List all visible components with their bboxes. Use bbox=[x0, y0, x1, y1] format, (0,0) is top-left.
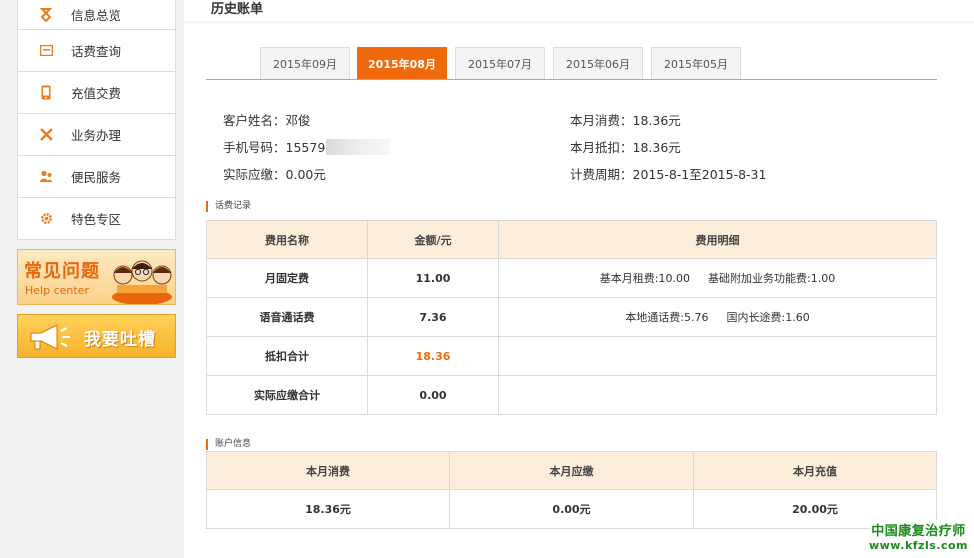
billing-period: 计费周期：2015-8-1至2015-8-31 bbox=[570, 164, 766, 183]
table-row: 18.36元 0.00元 20.00元 bbox=[206, 489, 937, 529]
month-deduct: 本月抵扣：18.36元 bbox=[570, 137, 681, 156]
fee-records-title: 话费记录 bbox=[206, 201, 251, 212]
page-title: 历史账单 bbox=[211, 2, 264, 17]
customer-due-label: 实际应缴： bbox=[223, 167, 286, 182]
fee-detail-item: 本地通话费:5.76 bbox=[625, 311, 709, 324]
fee-name: 语音通话费 bbox=[206, 297, 368, 337]
account-info-title: 账户信息 bbox=[206, 439, 251, 450]
people-icon bbox=[39, 170, 53, 184]
fee-detail-item: 基础附加业务功能费:1.00 bbox=[708, 272, 836, 285]
customer-info: 客户姓名：邓俊 手机号码：15579 实际应缴：0.00元 本月消费：18.36… bbox=[223, 108, 943, 188]
account-value: 0.00元 bbox=[449, 489, 694, 529]
sidebar-item-label: 业务办理 bbox=[71, 128, 122, 143]
tools-icon bbox=[39, 128, 53, 142]
table-header-row: 费用名称 金额/元 费用明细 bbox=[206, 220, 937, 259]
column-header: 费用名称 bbox=[206, 220, 368, 259]
fee-detail-item: 基本月租费:10.00 bbox=[599, 272, 690, 285]
sidebar-menu: 信息总览 话费查询 充值交费 业务办理 便民服务 特色专区 bbox=[17, 0, 176, 240]
gear-icon bbox=[39, 212, 53, 226]
table-row: 抵扣合计 18.36 bbox=[206, 336, 937, 376]
month-consume-value: 18.36元 bbox=[632, 113, 681, 128]
billing-period-value: 2015-8-1至2015-8-31 bbox=[632, 167, 767, 182]
table-header-row: 本月消费 本月应缴 本月充值 bbox=[206, 451, 937, 490]
tab-2015-06[interactable]: 2015年06月 bbox=[553, 47, 643, 79]
fee-detail-item: 国内长途费:1.60 bbox=[726, 311, 810, 324]
watermark-line2: www.kfzls.com bbox=[868, 539, 968, 552]
fee-amount: 7.36 bbox=[367, 297, 499, 337]
faq-banner-title: 常见问题 bbox=[24, 261, 100, 282]
column-header: 费用明细 bbox=[498, 220, 937, 259]
month-consume-label: 本月消费： bbox=[570, 113, 633, 128]
customer-name-label: 客户姓名： bbox=[223, 113, 286, 128]
customer-phone: 手机号码：15579 bbox=[223, 137, 391, 156]
table-row: 语音通话费 7.36 本地通话费:5.76 国内长途费:1.60 bbox=[206, 297, 937, 337]
customer-due-value: 0.00元 bbox=[285, 167, 326, 182]
column-header: 本月充值 bbox=[693, 451, 937, 490]
main-panel: 历史账单 2015年09月 2015年08月 2015年07月 2015年06月… bbox=[184, 0, 974, 558]
sidebar-item-label: 话费查询 bbox=[71, 44, 122, 59]
month-tabs: 2015年09月 2015年08月 2015年07月 2015年06月 2015… bbox=[206, 46, 937, 80]
sidebar-item-label: 便民服务 bbox=[71, 170, 122, 185]
account-info-table: 本月消费 本月应缴 本月充值 18.36元 0.00元 20.00元 bbox=[206, 451, 937, 529]
tab-2015-07[interactable]: 2015年07月 bbox=[455, 47, 545, 79]
sidebar: 信息总览 话费查询 充值交费 业务办理 便民服务 特色专区 常见问题 Help … bbox=[17, 0, 176, 358]
customer-phone-value: 15579 bbox=[285, 140, 326, 155]
billing-period-label: 计费周期： bbox=[570, 167, 633, 182]
table-row: 实际应缴合计 0.00 bbox=[206, 375, 937, 415]
month-consume: 本月消费：18.36元 bbox=[570, 110, 681, 129]
sidebar-item-label: 特色专区 bbox=[71, 212, 122, 227]
customer-name-value: 邓俊 bbox=[285, 113, 311, 128]
tab-2015-08[interactable]: 2015年08月 bbox=[357, 47, 447, 79]
sidebar-item-label: 充值交费 bbox=[71, 86, 122, 101]
faq-banner-subtitle: Help center bbox=[25, 284, 89, 297]
month-deduct-value: 18.36元 bbox=[632, 140, 681, 155]
fee-detail: 本地通话费:5.76 国内长途费:1.60 bbox=[498, 297, 937, 337]
main-header: 历史账单 bbox=[184, 0, 974, 23]
faq-banner[interactable]: 常见问题 Help center bbox=[17, 249, 176, 305]
tab-2015-05[interactable]: 2015年05月 bbox=[651, 47, 741, 79]
column-header: 本月消费 bbox=[206, 451, 450, 490]
fee-records-table: 费用名称 金额/元 费用明细 月固定费 11.00 基本月租费:10.00 基础附… bbox=[206, 220, 937, 415]
megaphone-icon bbox=[30, 324, 70, 350]
redaction-blur bbox=[326, 139, 391, 155]
cartoon-kids-icon bbox=[112, 260, 172, 304]
fee-amount: 11.00 bbox=[367, 258, 499, 298]
complain-banner-title: 我要吐槽 bbox=[84, 330, 156, 350]
fee-amount: 18.36 bbox=[367, 336, 499, 376]
customer-phone-label: 手机号码： bbox=[223, 140, 286, 155]
customer-due: 实际应缴：0.00元 bbox=[223, 164, 326, 183]
column-header: 金额/元 bbox=[367, 220, 499, 259]
tab-2015-09[interactable]: 2015年09月 bbox=[260, 47, 350, 79]
account-value: 18.36元 bbox=[206, 489, 450, 529]
sidebar-item-special[interactable]: 特色专区 bbox=[18, 198, 175, 240]
customer-name: 客户姓名：邓俊 bbox=[223, 110, 311, 129]
fee-name: 抵扣合计 bbox=[206, 336, 368, 376]
table-row: 月固定费 11.00 基本月租费:10.00 基础附加业务功能费:1.00 bbox=[206, 258, 937, 298]
sidebar-item-label: 信息总览 bbox=[71, 8, 122, 23]
sidebar-item-business[interactable]: 业务办理 bbox=[18, 114, 175, 156]
sidebar-item-overview[interactable]: 信息总览 bbox=[18, 0, 175, 30]
sidebar-item-recharge[interactable]: 充值交费 bbox=[18, 72, 175, 114]
month-deduct-label: 本月抵扣： bbox=[570, 140, 633, 155]
phone-icon bbox=[39, 85, 53, 100]
sidebar-item-bill-query[interactable]: 话费查询 bbox=[18, 30, 175, 72]
fee-detail bbox=[498, 336, 937, 376]
ribbon-icon bbox=[39, 7, 53, 22]
fee-detail bbox=[498, 375, 937, 415]
complain-banner[interactable]: 我要吐槽 bbox=[17, 314, 176, 358]
sidebar-item-convenience[interactable]: 便民服务 bbox=[18, 156, 175, 198]
bill-icon bbox=[39, 44, 53, 58]
fee-amount: 0.00 bbox=[367, 375, 499, 415]
fee-name: 月固定费 bbox=[206, 258, 368, 298]
watermark-line1: 中国康复治疗师 bbox=[871, 524, 966, 539]
fee-detail: 基本月租费:10.00 基础附加业务功能费:1.00 bbox=[498, 258, 937, 298]
column-header: 本月应缴 bbox=[449, 451, 694, 490]
site-watermark: 中国康复治疗师 www.kfzls.com bbox=[868, 520, 968, 552]
fee-name: 实际应缴合计 bbox=[206, 375, 368, 415]
